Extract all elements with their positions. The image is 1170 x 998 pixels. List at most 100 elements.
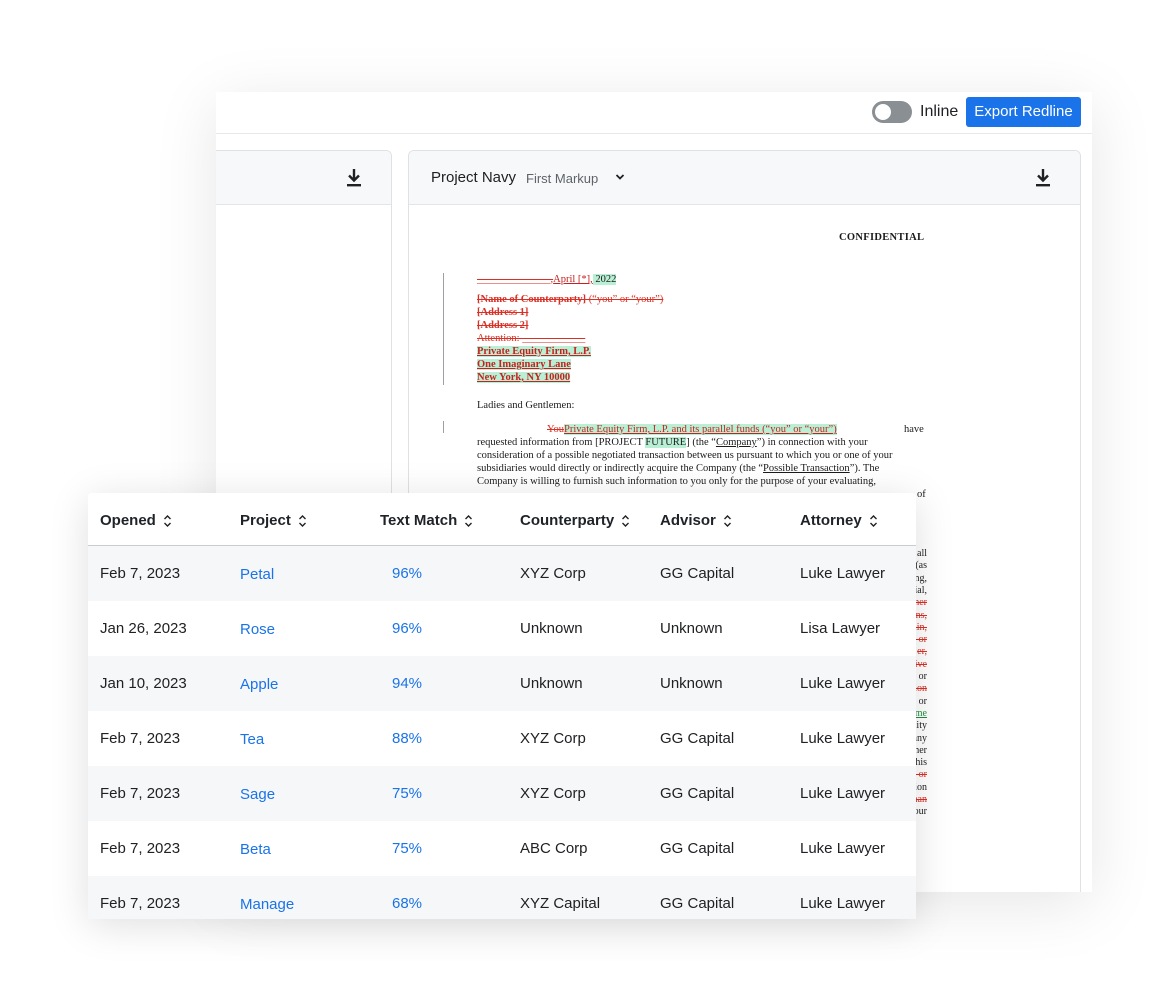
table-row[interactable]: Feb 7, 2023 Petal 96% XYZ Corp GG Capital Luk…	[88, 546, 916, 601]
column-header-project[interactable]: Project	[240, 512, 307, 529]
date-line: ______________,April [*], 2022	[477, 273, 617, 286]
project-link[interactable]: Tea	[240, 731, 264, 748]
para-line2-b: ] (the “	[686, 437, 716, 448]
column-header-text-match[interactable]: Text Match	[380, 512, 473, 529]
cell-opened: Jan 26, 2023	[100, 620, 187, 637]
name-deleted: [Name of Counterparty]	[477, 294, 587, 305]
header-label: Text Match	[380, 512, 458, 529]
firm-inserted: Private Equity Firm, L.P.	[477, 346, 591, 357]
table-row[interactable]: Feb 7, 2023 Manage 68% XYZ Capital GG Capita…	[88, 876, 916, 919]
download-icon[interactable]	[1034, 168, 1052, 188]
table-header: Opened Project Text Match Counterparty A…	[88, 493, 916, 546]
date-year: 2022	[592, 274, 617, 285]
cell-opened: Feb 7, 2023	[100, 895, 181, 912]
projects-table: Opened Project Text Match Counterparty A…	[88, 493, 916, 919]
sort-icon[interactable]	[163, 514, 172, 528]
change-bar	[443, 421, 444, 433]
document-edge-fragment: ns,	[915, 609, 927, 621]
column-header-attorney[interactable]: Attorney	[800, 512, 878, 529]
cell-advisor: GG Capital	[660, 730, 735, 747]
cell-text-match: 94%	[392, 675, 423, 692]
cell-opened: Feb 7, 2023	[100, 785, 181, 802]
cell-counterparty: XYZ Corp	[520, 730, 586, 747]
toggle-knob	[875, 104, 891, 120]
project-link[interactable]: Apple	[240, 676, 278, 693]
download-icon[interactable]	[345, 168, 363, 188]
cell-text-match: 96%	[392, 565, 423, 582]
cell-text-match: 75%	[392, 840, 423, 857]
viewer-toolbar: Inline Export Redline	[216, 92, 1092, 134]
sort-icon[interactable]	[464, 514, 473, 528]
document-edge-fragment: or	[918, 695, 927, 707]
document-edge-fragment: ion	[914, 683, 927, 695]
column-header-advisor[interactable]: Advisor	[660, 512, 732, 529]
cell-counterparty: Unknown	[520, 675, 583, 692]
sort-icon[interactable]	[723, 514, 732, 528]
cell-counterparty: ABC Corp	[520, 840, 588, 857]
left-pane-header	[216, 151, 391, 205]
para-line-2: requested information from [PROJECT FUTU…	[477, 436, 868, 449]
date-inserted: April [*],	[553, 274, 593, 285]
para-inserted: Private Equity Firm, L.P. and its parall…	[564, 424, 837, 435]
you-deleted: (“you” or “your”)	[586, 294, 664, 305]
cell-attorney: Luke Lawyer	[800, 675, 886, 692]
column-header-opened[interactable]: Opened	[100, 512, 172, 529]
cell-attorney: Luke Lawyer	[800, 785, 886, 802]
cell-text-match: 75%	[392, 785, 423, 802]
export-redline-button[interactable]: Export Redline	[966, 97, 1081, 127]
project-link[interactable]: Rose	[240, 621, 275, 638]
document-edge-fragment: or	[918, 671, 927, 682]
para-line-6-tail: of	[917, 489, 926, 500]
project-link[interactable]: Beta	[240, 841, 271, 858]
chevron-down-icon[interactable]	[614, 171, 626, 183]
cell-text-match: 96%	[392, 620, 423, 637]
table-row[interactable]: Jan 10, 2023 Apple 94% Unknown Unknown Luke L…	[88, 656, 916, 711]
cell-advisor: GG Capital	[660, 840, 735, 857]
document-edge-fragment: her	[914, 744, 927, 756]
para-line-5: Company is willing to furnish such infor…	[477, 476, 876, 487]
sort-icon[interactable]	[869, 514, 878, 528]
document-edge-fragment: me	[914, 707, 927, 719]
para-line-3: consideration of a possible negotiated t…	[477, 450, 893, 461]
right-pane-header: Project Navy First Markup	[409, 151, 1080, 205]
project-link[interactable]: Manage	[240, 896, 294, 913]
project-link[interactable]: Sage	[240, 786, 275, 803]
table-row[interactable]: Feb 7, 2023 Beta 75% ABC Corp GG Capital Luke…	[88, 821, 916, 876]
para-line4-b: ”). The	[849, 463, 880, 474]
cell-attorney: Luke Lawyer	[800, 565, 886, 582]
city-inserted: New York, NY 10000	[477, 372, 571, 383]
project-name-highlight: FUTURE	[645, 437, 687, 448]
para-line-4: subsidiaries would directly or indirectl…	[477, 462, 879, 475]
project-link[interactable]: Petal	[240, 566, 274, 583]
header-label: Attorney	[800, 512, 862, 529]
para-have: have	[904, 424, 924, 435]
cell-counterparty: XYZ Corp	[520, 565, 586, 582]
table-row[interactable]: Feb 7, 2023 Sage 75% XYZ Corp GG Capital Luke…	[88, 766, 916, 821]
defined-term-possible-transaction: Possible Transaction	[763, 463, 850, 474]
salutation: Ladies and Gentlemen:	[477, 400, 575, 411]
document-edge-fragment: her	[914, 597, 927, 609]
table-row[interactable]: Jan 26, 2023 Rose 96% Unknown Unknown Lisa La…	[88, 601, 916, 656]
table-row[interactable]: Feb 7, 2023 Tea 88% XYZ Corp GG Capital Luke …	[88, 711, 916, 766]
cell-counterparty: Unknown	[520, 620, 583, 637]
cell-opened: Jan 10, 2023	[100, 675, 187, 692]
defined-term-company: Company	[715, 437, 757, 448]
sort-icon[interactable]	[621, 514, 630, 528]
cell-opened: Feb 7, 2023	[100, 565, 181, 582]
para-line4-a: subsidiaries would directly or indirectl…	[477, 463, 764, 474]
inline-label: Inline	[920, 103, 959, 120]
cell-advisor: Unknown	[660, 675, 723, 692]
document-edge-fragment: ive	[914, 658, 927, 670]
cell-advisor: GG Capital	[660, 895, 735, 912]
document-edge-fragment: ial,	[914, 584, 928, 596]
column-header-counterparty[interactable]: Counterparty	[520, 512, 630, 529]
cell-advisor: Unknown	[660, 620, 723, 637]
cell-advisor: GG Capital	[660, 785, 735, 802]
para-first-line: YouPrivate Equity Firm, L.P. and its par…	[547, 423, 837, 436]
inline-toggle[interactable]	[872, 101, 912, 123]
cell-opened: Feb 7, 2023	[100, 730, 181, 747]
sort-icon[interactable]	[298, 514, 307, 528]
document-edge-fragment: er,	[917, 646, 927, 658]
cell-text-match: 68%	[392, 895, 423, 912]
version-select[interactable]: First Markup	[526, 171, 598, 186]
